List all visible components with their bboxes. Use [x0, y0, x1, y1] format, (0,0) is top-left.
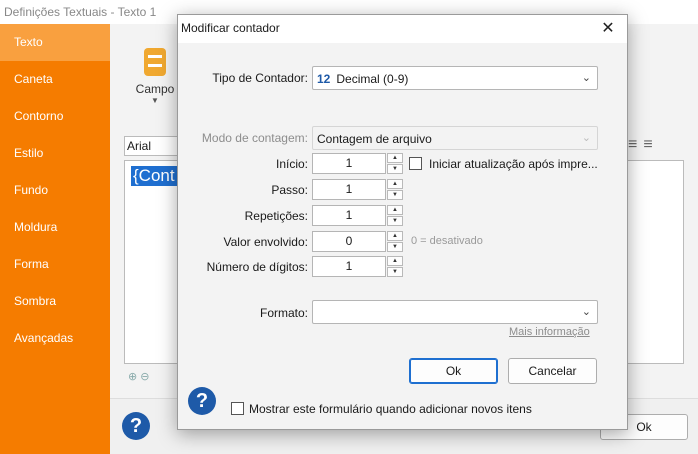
show-form-checkbox[interactable] [231, 402, 244, 415]
counter-type-label: Tipo de Contador: [212, 71, 308, 85]
start-input[interactable]: 1 [312, 153, 386, 174]
start-label: Início: [275, 157, 308, 171]
count-mode-select: Contagem de arquivo ⌄ [312, 126, 598, 150]
sidebar-item-avancadas[interactable]: Avançadas [0, 320, 110, 357]
cancel-button[interactable]: Cancelar [508, 358, 597, 384]
more-info-link[interactable]: Mais informação [509, 326, 590, 338]
digits-input[interactable]: 1 [312, 256, 386, 277]
sidebar-item-texto[interactable]: Texto [0, 24, 110, 61]
field-icon [144, 48, 166, 76]
chevron-down-icon: ⌄ [581, 306, 591, 318]
digits-spinner[interactable]: ▲ ▼ [387, 256, 403, 277]
dialog-title: Modificar contador [181, 21, 280, 35]
sidebar-item-contorno[interactable]: Contorno [0, 98, 110, 135]
start-update-checkbox-label: Iniciar atualização após impre... [429, 157, 598, 171]
spin-up-icon[interactable]: ▲ [387, 256, 403, 266]
zoom-icons[interactable]: ⊕ ⊖ [128, 370, 150, 383]
spin-down-icon[interactable]: ▼ [387, 242, 403, 252]
chevron-down-icon: ⌄ [581, 72, 591, 84]
step-spinner[interactable]: ▲ ▼ [387, 179, 403, 200]
format-label: Formato: [259, 306, 308, 320]
spin-up-icon[interactable]: ▲ [387, 205, 403, 215]
ok-button[interactable]: Ok [409, 358, 498, 384]
dropdown-arrow-icon: ▼ [151, 96, 159, 105]
spin-down-icon[interactable]: ▼ [387, 216, 403, 226]
spin-up-icon[interactable]: ▲ [387, 179, 403, 189]
counter-type-value: Decimal (0-9) [336, 72, 409, 86]
start-spinner[interactable]: ▲ ▼ [387, 153, 403, 174]
count-mode-value: Contagem de arquivo [317, 132, 432, 146]
wrap-value-input[interactable]: 0 [312, 231, 386, 252]
step-label: Passo: [271, 183, 308, 197]
repeat-spinner[interactable]: ▲ ▼ [387, 205, 403, 226]
repeat-label: Repetições: [244, 209, 308, 223]
spin-up-icon[interactable]: ▲ [387, 231, 403, 241]
count-mode-label: Modo de contagem: [201, 131, 308, 145]
chevron-down-icon: ⌄ [581, 132, 591, 144]
sidebar-item-forma[interactable]: Forma [0, 246, 110, 283]
align-icons[interactable]: ≡≡ [628, 136, 659, 154]
step-input[interactable]: 1 [312, 179, 386, 200]
background-window-title: Definições Textuais - Texto 1 [4, 5, 157, 19]
counter-type-tag: 12 [317, 72, 331, 86]
modify-counter-dialog: Modificar contador ✕ Tipo de Contador: 1… [177, 14, 628, 430]
counter-type-select[interactable]: 12 Decimal (0-9) ⌄ [312, 66, 598, 90]
close-icon[interactable]: ✕ [597, 18, 619, 40]
wrap-value-spinner[interactable]: ▲ ▼ [387, 231, 403, 252]
digits-label: Número de dígitos: [206, 260, 308, 274]
sidebar-item-caneta[interactable]: Caneta [0, 61, 110, 98]
sidebar-item-fundo[interactable]: Fundo [0, 172, 110, 209]
wrap-value-label: Valor envolvido: [223, 235, 309, 249]
spin-up-icon[interactable]: ▲ [387, 153, 403, 163]
sidebar-item-sombra[interactable]: Sombra [0, 283, 110, 320]
wrap-value-hint: 0 = desativado [411, 235, 483, 247]
sidebar-item-estilo[interactable]: Estilo [0, 135, 110, 172]
repeat-input[interactable]: 1 [312, 205, 386, 226]
spin-down-icon[interactable]: ▼ [387, 190, 403, 200]
format-select[interactable]: ⌄ [312, 300, 598, 324]
sidebar-item-moldura[interactable]: Moldura [0, 209, 110, 246]
background-sidebar: Texto Caneta Contorno Estilo Fundo Moldu… [0, 24, 110, 454]
start-update-checkbox[interactable] [409, 157, 422, 170]
dialog-titlebar: Modificar contador ✕ [178, 15, 627, 43]
help-icon[interactable]: ? [188, 387, 216, 415]
background-help-icon[interactable]: ? [122, 412, 150, 440]
spin-down-icon[interactable]: ▼ [387, 164, 403, 174]
show-form-checkbox-label: Mostrar este formulário quando adicionar… [249, 402, 532, 416]
spin-down-icon[interactable]: ▼ [387, 267, 403, 277]
